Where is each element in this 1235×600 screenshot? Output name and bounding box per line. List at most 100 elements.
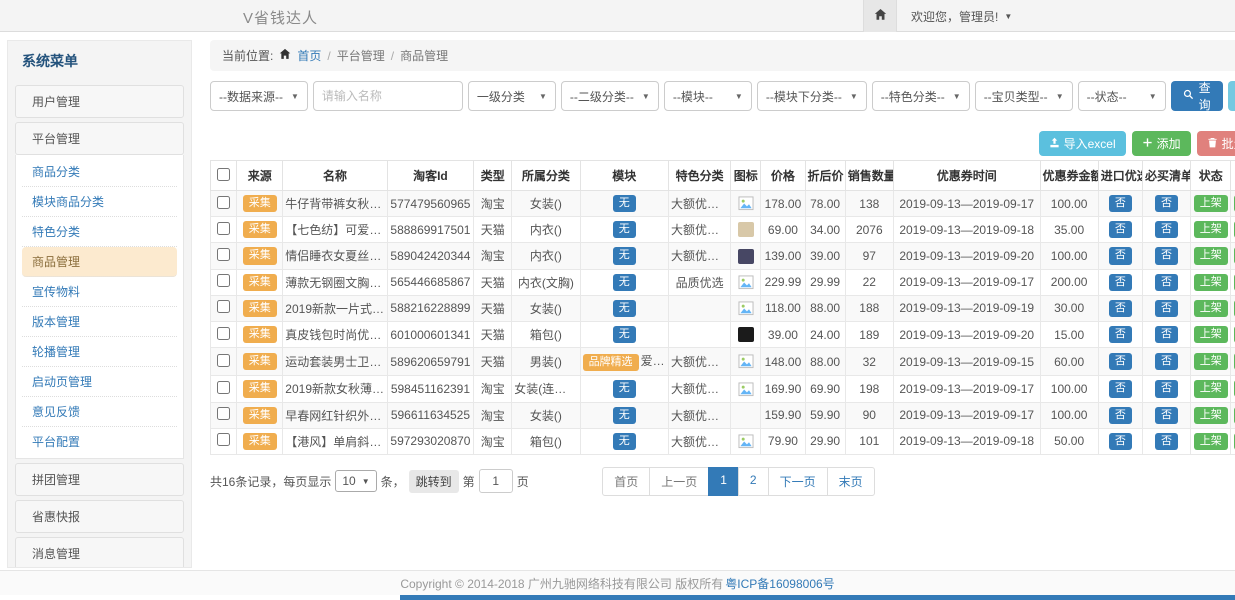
status-badge[interactable]: 上架 [1194,433,1228,450]
must-buy-badge[interactable]: 否 [1155,195,1178,212]
name-search-input[interactable] [313,81,463,111]
row-checkbox[interactable] [217,381,230,394]
row-checkbox[interactable] [217,222,230,235]
row-checkbox[interactable] [217,248,230,261]
row-checkbox[interactable] [217,300,230,313]
status-badge[interactable]: 上架 [1194,380,1228,397]
filter-select[interactable]: --二级分类--▼ [561,81,659,111]
must-buy-badge[interactable]: 否 [1155,274,1178,291]
import-select-badge[interactable]: 否 [1109,247,1132,264]
reset-button[interactable]: 重置 [1228,81,1235,111]
icp-link[interactable]: 粤ICP备16098006号 [725,575,834,592]
jump-button[interactable]: 跳转到 [409,470,459,493]
must-buy-badge[interactable]: 否 [1155,326,1178,343]
row-checkbox[interactable] [217,407,230,420]
must-buy-badge[interactable]: 否 [1155,247,1178,264]
coupon-amount: 30.00 [1040,295,1098,321]
must-buy-badge[interactable]: 否 [1155,407,1178,424]
sidebar-section-平台管理[interactable]: 平台管理 [15,122,184,155]
user-menu[interactable]: 欢迎您，管理员! ▼ [911,8,1012,25]
status-badge[interactable]: 上架 [1194,247,1228,264]
pagination-button-2[interactable]: 2 [738,467,769,496]
pagination: 首页上一页12下一页末页 [602,467,874,496]
import-select-badge[interactable]: 否 [1109,380,1132,397]
table-row: 采集2019新款一片式系...588216228899天猫女装()无118.00… [211,295,1235,321]
import-select-badge[interactable]: 否 [1109,300,1132,317]
add-button[interactable]: 添加 [1132,131,1191,156]
import-select-badge[interactable]: 否 [1109,353,1132,370]
pagination-button-上一页[interactable]: 上一页 [649,467,709,496]
table-row: 采集早春网红针织外套女春...596611634525淘宝女装()无大额优惠券1… [211,402,1235,428]
ops-cell [1231,269,1235,295]
must-buy-badge[interactable]: 否 [1155,353,1178,370]
sidebar-item-平台配置[interactable]: 平台配置 [22,427,177,456]
pagination-button-末页[interactable]: 末页 [827,467,875,496]
coupon-time: 2019-09-13—2019-09-20 [893,243,1040,269]
filter-select-value: --数据来源-- [219,88,283,105]
icon-cell [731,321,761,347]
pagination-button-首页[interactable]: 首页 [602,467,650,496]
import-select-badge[interactable]: 否 [1109,195,1132,212]
sidebar-item-启动页管理[interactable]: 启动页管理 [22,367,177,397]
status-badge[interactable]: 上架 [1194,274,1228,291]
select-all-checkbox[interactable] [217,168,230,181]
module-badge: 无 [613,300,636,317]
status-badge[interactable]: 上架 [1194,407,1228,424]
query-button[interactable]: 查询 [1171,81,1223,111]
filter-select[interactable]: --模块下分类--▼ [757,81,867,111]
import-excel-button[interactable]: 导入excel [1039,131,1126,156]
status-badge[interactable]: 上架 [1194,221,1228,238]
filter-select[interactable]: --特色分类--▼ [872,81,970,111]
import-select-badge[interactable]: 否 [1109,221,1132,238]
import-select-badge[interactable]: 否 [1109,274,1132,291]
filter-select[interactable]: --数据来源--▼ [210,81,308,111]
batch-delete-button[interactable]: 批量删除 [1197,131,1235,156]
status-badge[interactable]: 上架 [1194,326,1228,343]
filter-select[interactable]: --宝贝类型--▼ [975,81,1073,111]
must-buy-badge[interactable]: 否 [1155,221,1178,238]
sidebar-item-轮播管理[interactable]: 轮播管理 [22,337,177,367]
sidebar-section-消息管理[interactable]: 消息管理 [15,537,184,568]
sidebar-section-拼团管理[interactable]: 拼团管理 [15,463,184,496]
status-badge[interactable]: 上架 [1194,353,1228,370]
home-button[interactable] [863,0,897,32]
page-number-input[interactable] [479,469,513,493]
sidebar-section-省惠快报[interactable]: 省惠快报 [15,500,184,533]
breadcrumb-home-link[interactable]: 首页 [297,47,321,64]
status-badge[interactable]: 上架 [1194,300,1228,317]
import-select-badge[interactable]: 否 [1109,433,1132,450]
records-summary: 共16条记录，每页显示 10 ▼ 条， 跳转到 第 页 [210,469,529,493]
row-checkbox[interactable] [217,327,230,340]
breadcrumb-separator: / [327,49,330,63]
must-buy-badge[interactable]: 否 [1155,380,1178,397]
sidebar-section-用户管理[interactable]: 用户管理 [15,85,184,118]
sidebar-item-特色分类[interactable]: 特色分类 [22,217,177,247]
sidebar-item-版本管理[interactable]: 版本管理 [22,307,177,337]
module-cell: 无 [580,321,668,347]
sidebar-item-意见反馈[interactable]: 意见反馈 [22,397,177,427]
must-buy-badge[interactable]: 否 [1155,300,1178,317]
row-checkbox[interactable] [217,196,230,209]
filter-select[interactable]: --模块--▼ [664,81,752,111]
column-header: 操作 [1231,161,1235,191]
must-buy-badge[interactable]: 否 [1155,433,1178,450]
filter-select[interactable]: 一级分类▼ [468,81,556,111]
import-select-badge[interactable]: 否 [1109,407,1132,424]
ops-cell [1231,376,1235,402]
pagination-button-下一页[interactable]: 下一页 [768,467,828,496]
sidebar-item-商品管理[interactable]: 商品管理 [22,247,177,277]
icon-cell [731,191,761,217]
row-checkbox[interactable] [217,354,230,367]
pagination-button-1[interactable]: 1 [708,467,739,496]
status-badge[interactable]: 上架 [1194,195,1228,212]
row-checkbox[interactable] [217,433,230,446]
sidebar-item-商品分类[interactable]: 商品分类 [22,157,177,187]
import-select-badge[interactable]: 否 [1109,326,1132,343]
sidebar-item-模块商品分类[interactable]: 模块商品分类 [22,187,177,217]
row-checkbox[interactable] [217,274,230,287]
price: 139.00 [761,243,805,269]
product-name: 2019新款一片式系... [283,295,387,321]
per-page-select[interactable]: 10 ▼ [335,470,376,492]
sidebar-item-宣传物料[interactable]: 宣传物料 [22,277,177,307]
filter-select[interactable]: --状态--▼ [1078,81,1166,111]
